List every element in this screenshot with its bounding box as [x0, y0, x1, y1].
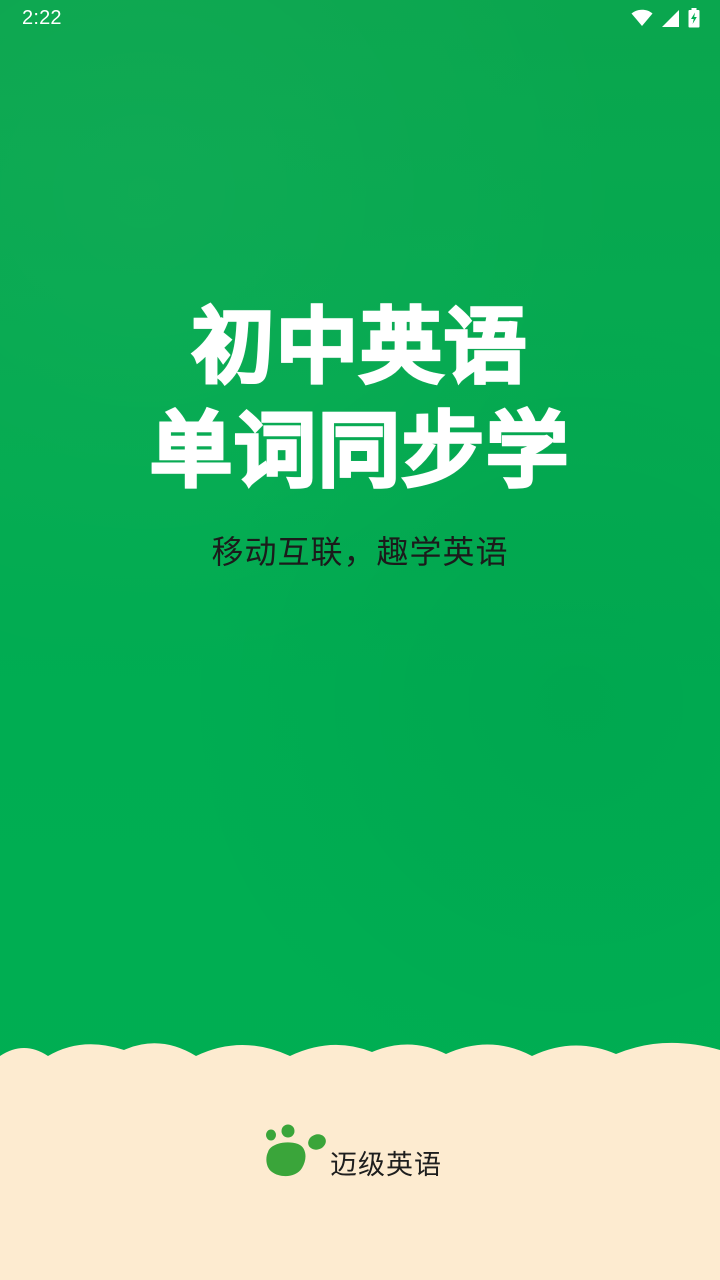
- battery-charging-icon: [688, 8, 700, 28]
- brand-name: 迈级英语: [330, 1149, 442, 1181]
- brand-lockup: 迈级英语: [262, 1124, 442, 1184]
- status-time: 2:22: [22, 7, 62, 29]
- title-line-2: 单词同步学: [148, 403, 570, 501]
- paw-print-icon: [266, 1124, 326, 1177]
- cell-signal-icon: [661, 9, 680, 28]
- wifi-icon: [631, 9, 653, 27]
- status-icons: [631, 8, 700, 28]
- status-bar: 2:22: [0, 0, 720, 38]
- slogan-text: 移动互联，趣学英语: [211, 533, 509, 571]
- app-title: 初中英语 单词同步学: [0, 298, 720, 502]
- title-line-1: 初中英语: [190, 299, 528, 397]
- splash-screen: 2:22 初中英语 单词同步学 移动互联，趣学英语 迈级英语: [0, 0, 720, 1280]
